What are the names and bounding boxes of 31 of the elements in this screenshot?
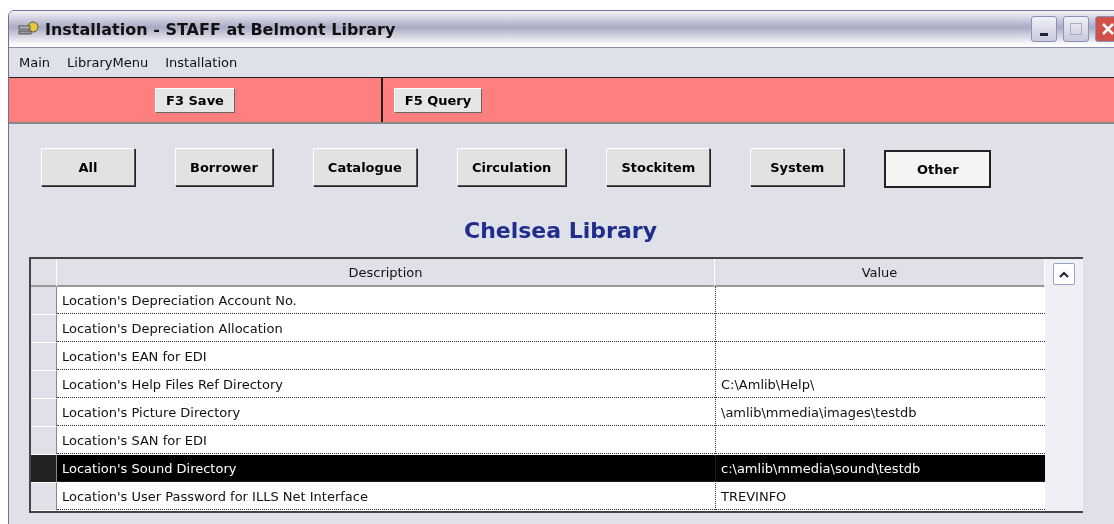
value-cell: \amlib\mmedia\images\testdb bbox=[715, 399, 1045, 426]
minimize-button[interactable] bbox=[1031, 16, 1057, 42]
value-cell: c:\amlib\mmedia\sound\testdb bbox=[715, 455, 1045, 482]
scroll-up-button[interactable] bbox=[1053, 263, 1075, 285]
value-cell: C:\Amlib\Help\ bbox=[715, 371, 1045, 398]
close-icon bbox=[1101, 22, 1114, 36]
window-title: Installation - STAFF at Belmont Library bbox=[45, 19, 397, 39]
filter-button[interactable]: Stockitem bbox=[606, 148, 711, 186]
menu-item[interactable]: Installation bbox=[165, 55, 238, 70]
menu-item[interactable]: LibraryMenu bbox=[67, 55, 149, 70]
filter-button[interactable]: All bbox=[41, 148, 135, 186]
toolbar-button[interactable]: F5 Query bbox=[393, 87, 483, 113]
row-header[interactable] bbox=[31, 455, 57, 483]
filter-button[interactable]: Other bbox=[884, 150, 992, 188]
menu-item[interactable]: Main bbox=[19, 55, 51, 70]
column-header[interactable]: Description bbox=[57, 259, 715, 287]
filter-button[interactable]: Circulation bbox=[456, 148, 567, 186]
keys-icon bbox=[17, 21, 39, 37]
close-button[interactable] bbox=[1095, 16, 1114, 42]
maximize-button[interactable] bbox=[1063, 16, 1089, 42]
column-header[interactable]: Value bbox=[715, 259, 1045, 287]
filter-button[interactable]: Borrower bbox=[175, 148, 273, 186]
toolbar-button[interactable]: F3 Save bbox=[155, 87, 235, 113]
filter-button[interactable]: Catalogue bbox=[312, 148, 417, 186]
maximize-icon bbox=[1069, 22, 1083, 36]
minimize-icon bbox=[1040, 32, 1048, 36]
caret-up-icon bbox=[1059, 270, 1069, 278]
filter-button[interactable]: System bbox=[750, 148, 845, 186]
description-cell: Location's Sound Directory bbox=[57, 455, 715, 482]
library-heading: Chelsea Library bbox=[463, 217, 658, 245]
value-cell: TREVINFO bbox=[715, 483, 1045, 510]
